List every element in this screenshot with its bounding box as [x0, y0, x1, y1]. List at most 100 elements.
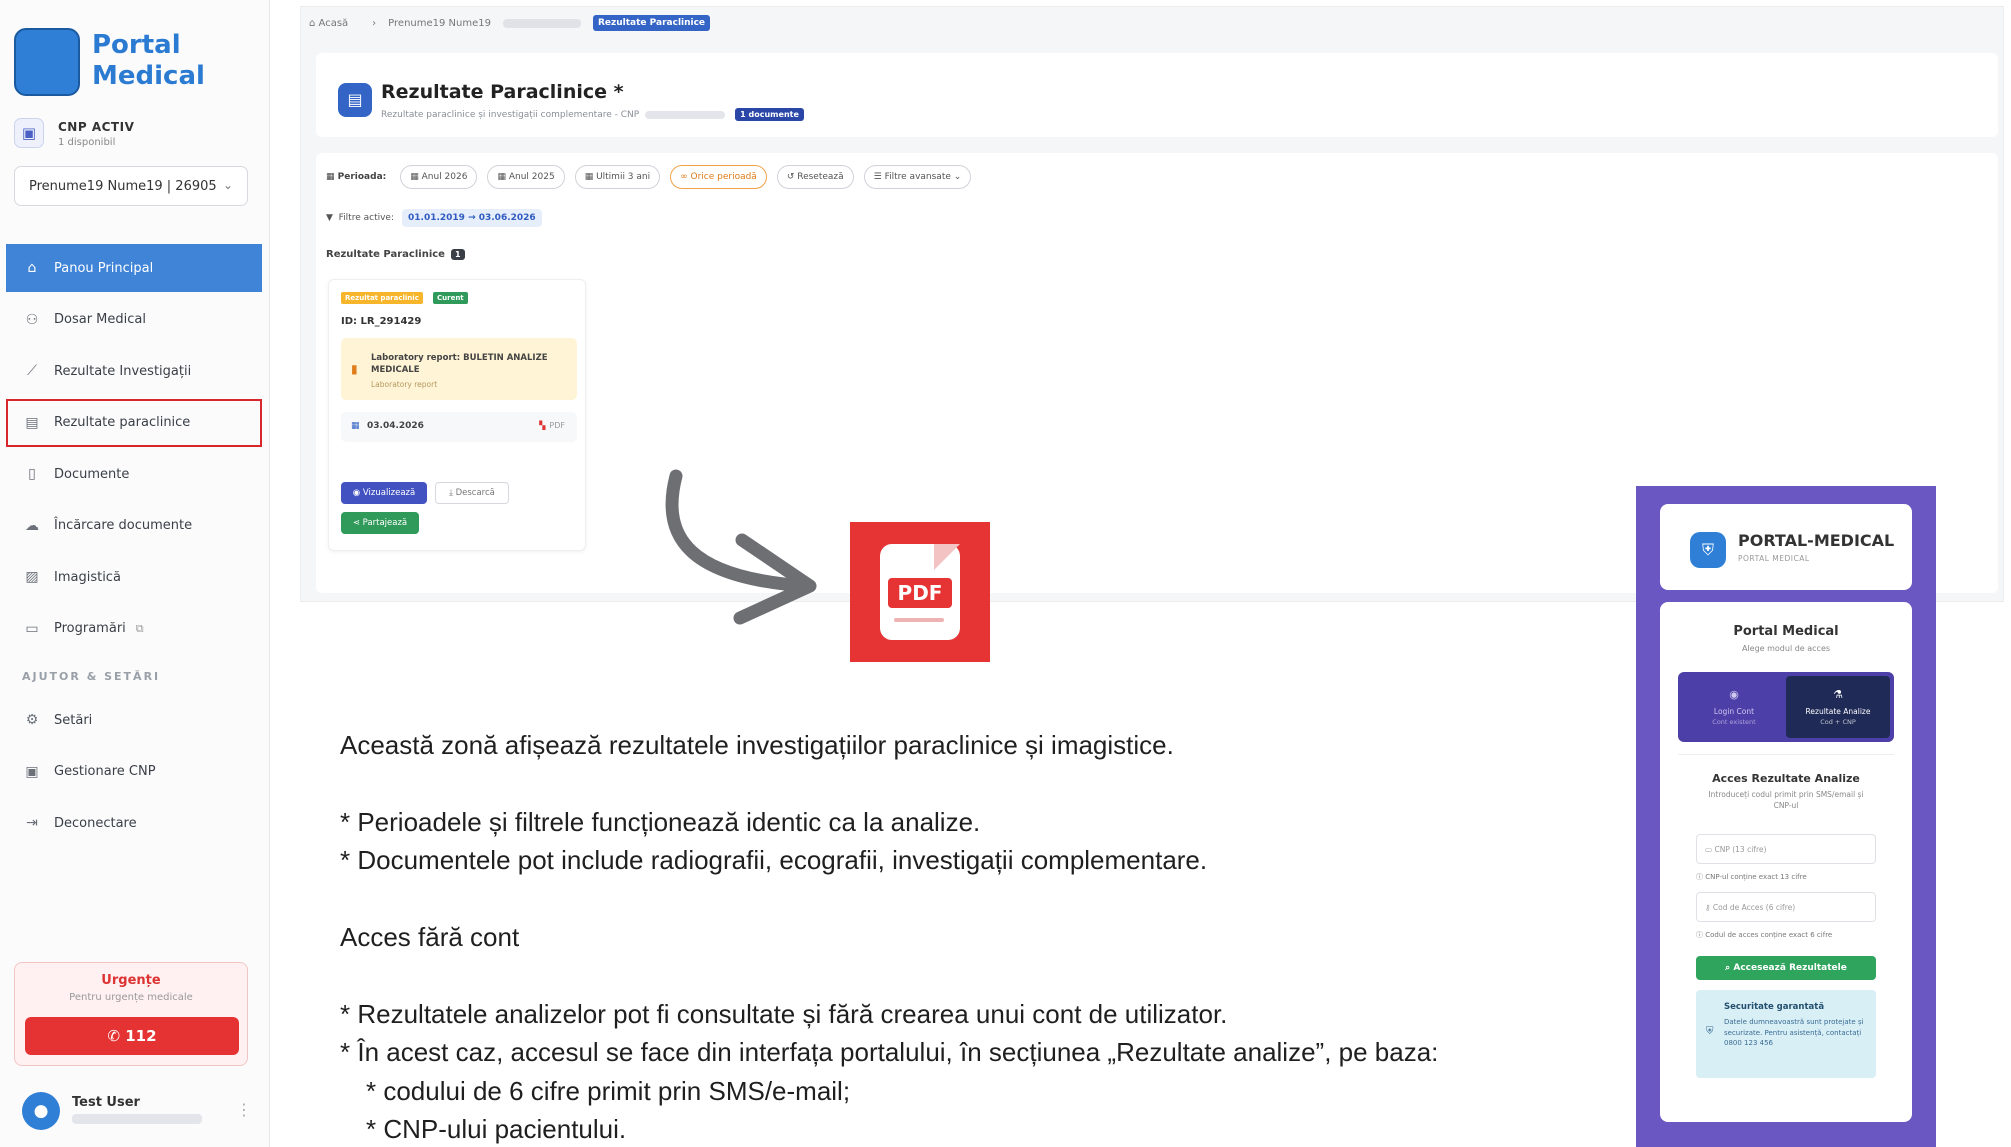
access-code-input[interactable]: ⚷ Cod de Acces (6 cifre) — [1696, 892, 1876, 922]
divider — [1678, 754, 1894, 755]
description-line-1: Această zonă afișează rezultatele invest… — [340, 730, 1174, 760]
info-icon: ⓘ — [1696, 931, 1706, 939]
description-line-3: * Documentele pot include radiografii, e… — [340, 845, 1208, 875]
download-button[interactable]: ⤓ Descarcă — [435, 482, 509, 504]
sidebar-item-incarcare-documente[interactable]: ☁ Încărcare documente — [6, 502, 262, 550]
sidebar-item-gestionare-cnp[interactable]: ▣ Gestionare CNP — [6, 748, 262, 796]
security-notice: ⛨ Securitate garantată Datele dumneavoas… — [1696, 990, 1876, 1078]
description-line-5: * Rezultatele analizelor pot fi consulta… — [340, 999, 1228, 1029]
sidebar-item-setari[interactable]: ⚙ Setări — [6, 696, 262, 744]
cnp-hint: ⓘ CNP-ul conține exact 13 cifre — [1696, 873, 1807, 881]
breadcrumb-patient[interactable]: Prenume19 Nume19 — [388, 18, 491, 29]
sidebar-item-programari[interactable]: ▭ Programări ⧉ — [6, 605, 262, 653]
cloud-upload-icon: ☁ — [25, 517, 39, 534]
pdf-label: PDF — [888, 578, 952, 608]
external-link-icon: ⧉ — [135, 621, 144, 635]
sidebar-item-rezultate-investigatii[interactable]: ⟋ Rezultate Investigații — [6, 347, 262, 395]
page-title: Rezultate Paraclinice * — [381, 81, 624, 103]
breadcrumb-home[interactable]: ⌂ Acasă — [309, 18, 360, 29]
login-brand-header: ⛨ PORTAL-MEDICAL PORTAL MEDICAL — [1660, 504, 1912, 590]
sidebar-nav: ⌂ Panou Principal ⚇ Dosar Medical ⟋ Rezu… — [6, 244, 262, 851]
more-vertical-icon[interactable]: ⋮ — [236, 1100, 252, 1119]
emergency-number: 112 — [125, 1027, 157, 1045]
logout-icon: ⇥ — [26, 815, 38, 831]
reset-button[interactable]: ↺ Resetează — [776, 165, 854, 189]
breadcrumb: ⌂ Acasă › Prenume19 Nume19 Rezultate Par… — [309, 15, 722, 31]
sidebar-item-deconectare[interactable]: ⇥ Deconectare — [6, 799, 262, 847]
access-title: Acces Rezultate Analize — [1712, 772, 1860, 785]
patient-select-value: Prenume19 Nume19 | 26905 — [29, 179, 217, 194]
sidebar-item-label: Documente — [54, 466, 130, 482]
breadcrumb-redacted — [502, 18, 581, 28]
pdf-icon: ▚ — [539, 421, 546, 430]
security-body: Datele dumneavoastră sunt protejate și s… — [1724, 1018, 1864, 1047]
view-button[interactable]: ◉ Vizualizează — [341, 482, 427, 504]
emergency-call-button[interactable]: ✆ 112 — [25, 1017, 239, 1055]
breadcrumb-separator: › — [372, 17, 377, 29]
result-date-row: ▦ 03.04.2026 ▚ PDF — [341, 412, 577, 442]
emergency-box: Urgențe Pentru urgențe medicale ✆ 112 — [14, 962, 248, 1066]
flask-icon: ⚗ — [1833, 688, 1843, 701]
cnp-title: CNP ACTIV — [58, 120, 135, 134]
chip-year-2026[interactable]: ▦ Anul 2026 — [400, 165, 478, 189]
cnp-input[interactable]: ▭ CNP (13 cifre) — [1696, 834, 1876, 864]
sidebar-item-label: Panou Principal — [54, 260, 154, 276]
period-filter-row: ▦ Perioada: ▦ Anul 2026 ▦ Anul 2025 ▦ Ul… — [326, 165, 981, 189]
sidebar-item-rezultate-paraclinice[interactable]: ▤ Rezultate paraclinice — [6, 398, 262, 447]
id-card-icon: ▣ — [14, 118, 44, 148]
login-subtitle: Alege modul de acces — [1741, 644, 1831, 653]
phone-icon: ✆ — [107, 1027, 126, 1045]
sidebar-item-dosar-medical[interactable]: ⚇ Dosar Medical — [6, 296, 262, 344]
image-icon: ▨ — [25, 569, 39, 585]
sidebar-item-label: Rezultate Investigații — [54, 363, 192, 379]
share-icon: ⋖ — [352, 518, 363, 528]
page-subtitle: Rezultate paraclinice și investigații co… — [381, 108, 804, 121]
logo — [14, 28, 80, 96]
sidebar-item-panou-principal[interactable]: ⌂ Panou Principal — [6, 244, 262, 292]
page-header: ▤ Rezultate Paraclinice * Rezultate para… — [316, 53, 1998, 137]
sidebar-item-label: Programări — [54, 621, 126, 636]
type-tag: Rezultat paraclinic — [341, 292, 423, 304]
key-icon: ⚷ — [1705, 903, 1713, 912]
sidebar: Portal Medical ▣ CNP ACTIV 1 disponibil … — [0, 0, 270, 1147]
cnp-sub: 1 disponibil — [58, 137, 116, 148]
chip-last-3-years[interactable]: ▦ Ultimii 3 ani — [574, 165, 661, 189]
logo-text: Portal Medical — [92, 30, 205, 91]
avatar: ● — [22, 1092, 60, 1130]
period-label: ▦ Perioada: — [326, 172, 387, 182]
active-filter-range[interactable]: 01.01.2019 → 03.06.2026 — [402, 209, 542, 227]
share-button[interactable]: ⋖ Partajează — [341, 512, 419, 534]
lab-report-box[interactable]: ▮ Laboratory report: BULETIN ANALIZE MED… — [341, 338, 577, 400]
sidebar-item-label: Dosar Medical — [54, 312, 146, 327]
access-subtitle: Introduceți codul primit prin SMS/email … — [1708, 790, 1864, 810]
status-badge: Curent — [433, 292, 468, 304]
patient-select[interactable]: Prenume19 Nume19 | 26905 ⌄ — [14, 166, 248, 206]
access-mode-tabs: ◉ Login Cont Cont existent ⚗ Rezultate A… — [1678, 672, 1894, 742]
tab-results-access[interactable]: ⚗ Rezultate Analize Cod + CNP — [1786, 676, 1890, 738]
description-line-2: * Perioadele și filtrele funcționează id… — [340, 807, 981, 837]
user-icon: ◉ — [1729, 688, 1739, 701]
breadcrumb-current: Rezultate Paraclinice — [592, 15, 711, 31]
info-icon: ⓘ — [1696, 873, 1706, 881]
description-line-8: * CNP-ului pacientului. — [366, 1114, 627, 1144]
brand-title: PORTAL-MEDICAL — [1738, 531, 1895, 550]
sidebar-item-documente[interactable]: ▯ Documente — [6, 450, 262, 498]
document-icon: ▯ — [28, 466, 36, 482]
access-results-button[interactable]: ⌕ Accesează Rezultatele — [1696, 956, 1876, 980]
page-fold — [934, 544, 960, 570]
sidebar-item-imagistica[interactable]: ▨ Imagistică — [6, 553, 262, 601]
nav-section-help-settings: AJUTOR & SETĂRI — [22, 669, 161, 683]
chip-any-period[interactable]: ∞ Orice perioadă — [670, 165, 767, 189]
cnp-active-indicator: ▣ CNP ACTIV 1 disponibil — [14, 116, 254, 154]
user-profile[interactable]: ● Test User ⋮ — [22, 1090, 252, 1134]
results-count-badge: 1 — [450, 249, 465, 260]
pdf-file-icon: PDF — [850, 522, 990, 662]
advanced-filters-button[interactable]: ☰ Filtre avansate ⌄ — [863, 165, 972, 189]
login-screenshot: ⛨ PORTAL-MEDICAL PORTAL MEDICAL Portal M… — [1636, 486, 1936, 1147]
file-type: ▚ PDF — [539, 421, 565, 430]
shield-icon: ⛨ — [1690, 532, 1726, 568]
lab-report-sub: Laboratory report — [371, 380, 438, 389]
chip-year-2025[interactable]: ▦ Anul 2025 — [487, 165, 565, 189]
tab-login-account[interactable]: ◉ Login Cont Cont existent — [1682, 676, 1786, 738]
home-icon: ⌂ — [27, 260, 37, 276]
